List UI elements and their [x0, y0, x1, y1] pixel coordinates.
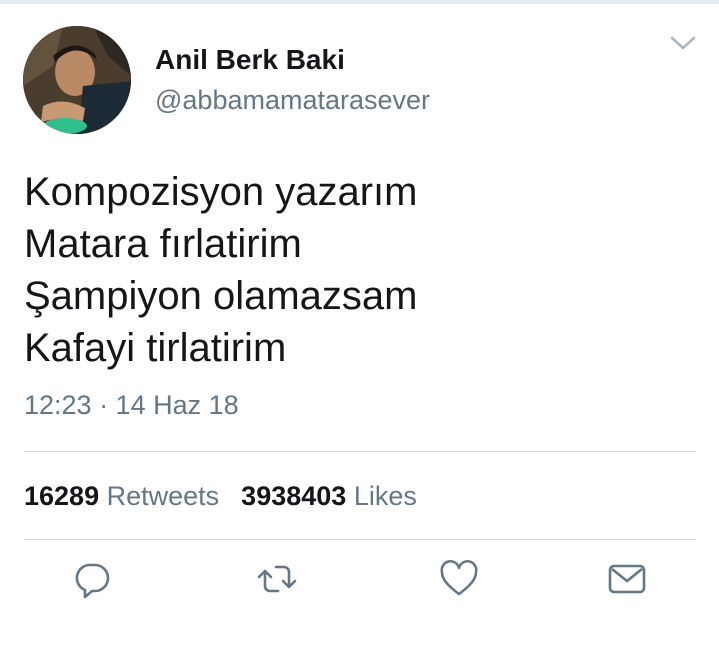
retweets-count[interactable]: 16289	[24, 481, 99, 511]
display-name[interactable]: Anil Berk Baki	[155, 44, 345, 76]
like-icon[interactable]	[438, 558, 480, 600]
tweet-timestamp[interactable]: 12:23 · 14 Haz 18	[24, 388, 239, 422]
divider	[24, 539, 696, 540]
likes-count[interactable]: 3938403	[241, 481, 346, 511]
top-border	[0, 0, 719, 4]
reply-icon[interactable]	[71, 558, 113, 600]
divider	[24, 451, 696, 452]
chevron-down-icon[interactable]	[668, 32, 698, 54]
tweet-text: Kompozisyon yazarım Matara fırlatirim Şa…	[24, 166, 694, 374]
avatar-photo	[23, 26, 131, 134]
tweet-stats: 16289 Retweets 3938403 Likes	[24, 479, 417, 513]
avatar[interactable]	[23, 26, 131, 134]
tweet-line: Kafayi tirlatirim	[24, 326, 287, 370]
retweet-icon[interactable]	[256, 558, 298, 600]
retweets-label[interactable]: Retweets	[107, 481, 220, 511]
share-icon[interactable]	[606, 558, 648, 600]
likes-label[interactable]: Likes	[354, 481, 417, 511]
user-handle[interactable]: @abbamamatarasever	[155, 84, 430, 116]
tweet-line: Matara fırlatirim	[24, 222, 302, 266]
tweet-line: Şampiyon olamazsam	[24, 274, 418, 318]
tweet-line: Kompozisyon yazarım	[24, 170, 418, 214]
